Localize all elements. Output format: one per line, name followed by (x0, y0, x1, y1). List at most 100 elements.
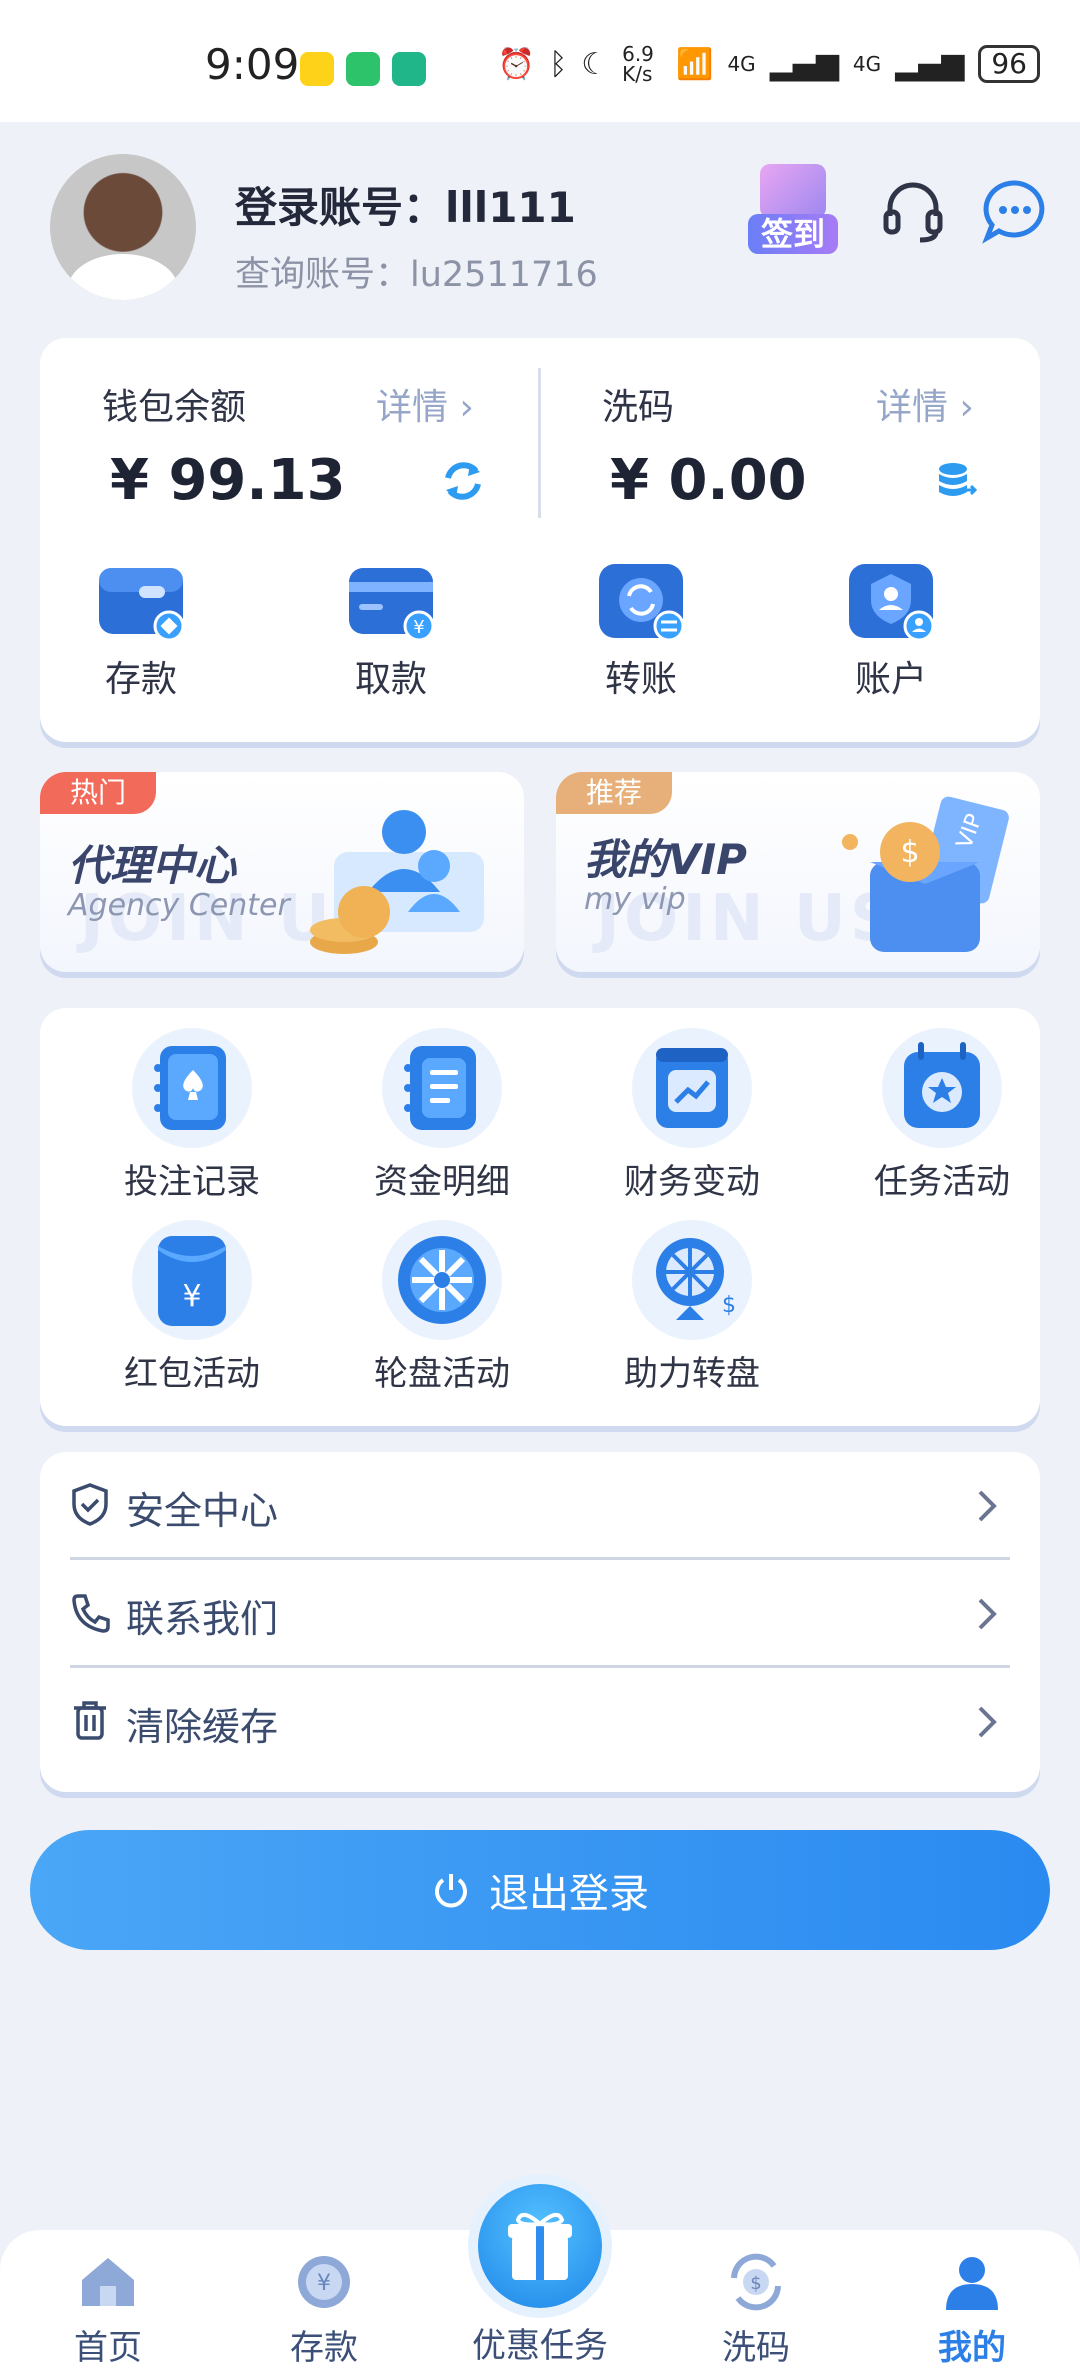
bet-record-label: 投注记录 (124, 1162, 260, 1202)
database-transfer-icon[interactable] (935, 460, 977, 502)
avatar[interactable] (50, 154, 196, 300)
security-center-label: 安全中心 (126, 1489, 279, 1533)
query-account: 查询账号：lu2511716 (235, 255, 598, 295)
red-packet-label: 红包活动 (124, 1354, 260, 1394)
power-icon (435, 1874, 467, 1908)
signal-4g-2: 4G (852, 52, 882, 76)
svg-text:$: $ (750, 2273, 761, 2294)
clear-cache-item[interactable]: 清除缓存 (70, 1668, 1010, 1776)
tab-home-label: 首页 (74, 2328, 142, 2368)
tab-deposit-label: 存款 (290, 2328, 358, 2368)
svg-text:$: $ (722, 1293, 736, 1318)
home-icon (82, 2258, 134, 2306)
agency-subtitle: Agency Center (68, 888, 290, 923)
bet-record-item[interactable]: 投注记录 (92, 1028, 292, 1203)
status-indicators: ⏰ ᛒ ☾ 6.9 K/s 📶 4G ▂▄▆ 4G ▂▄▆ 96 (498, 44, 1040, 84)
red-packet-item[interactable]: ¥ 红包活动 (92, 1220, 292, 1395)
tab-mine[interactable]: 我的 (882, 2230, 1062, 2376)
deposit-icon: ¥ (298, 2256, 350, 2308)
chat-icon[interactable] (980, 176, 1050, 246)
tab-wash[interactable]: $ 洗码 (666, 2230, 846, 2376)
my-vip-card[interactable]: JOIN US 推荐 我的VIP my vip VIP $ (556, 772, 1040, 972)
wash-title: 洗码 (602, 387, 675, 428)
finance-change-icon (632, 1028, 752, 1148)
account-action[interactable]: 账户 (826, 560, 956, 702)
gift-icon (760, 164, 826, 218)
tab-promo-tasks-label[interactable]: 优惠任务 (450, 2318, 630, 2367)
promo-tasks-button[interactable] (478, 2184, 602, 2308)
bluetooth-icon: ᛒ (549, 46, 568, 82)
wifi-icon: 📶 (676, 46, 714, 82)
checkin-button[interactable]: 签到 (748, 158, 838, 254)
contact-us-item[interactable]: 联系我们 (70, 1560, 1010, 1668)
status-bar: 9:09 ⏰ ᛒ ☾ 6.9 K/s 📶 4G ▂▄▆ 4G ▂▄▆ 96 (0, 0, 1080, 122)
checkin-label: 签到 (748, 214, 838, 254)
finance-change-label: 财务变动 (624, 1162, 760, 1202)
task-activity-label: 任务活动 (874, 1162, 1010, 1202)
logout-label: 退出登录 (489, 1871, 649, 1917)
withdraw-label: 取款 (354, 659, 427, 700)
battery-indicator: 96 (978, 45, 1040, 83)
lucky-wheel-item[interactable]: $ 助力转盘 (592, 1220, 792, 1395)
tab-home[interactable]: 首页 (18, 2230, 198, 2376)
meituan-app-icon (300, 52, 334, 86)
lucky-wheel-icon: $ (632, 1220, 752, 1340)
tab-wash-label: 洗码 (722, 2328, 790, 2368)
deposit-action[interactable]: 存款 (76, 560, 206, 702)
signal-bars-icon: ▂▄▆ (769, 46, 839, 82)
agency-center-card[interactable]: JOIN US 热门 代理中心 Agency Center (40, 772, 524, 972)
profile-header: 登录账号：lll111 查询账号：lu2511716 签到 (0, 122, 1080, 332)
lucky-wheel-label: 助力转盘 (624, 1354, 760, 1394)
status-time: 9:09 (205, 40, 300, 89)
refresh-icon[interactable] (440, 458, 486, 504)
bet-record-icon (132, 1028, 252, 1148)
tab-deposit[interactable]: ¥ 存款 (234, 2230, 414, 2376)
red-packet-icon: ¥ (132, 1220, 252, 1340)
withdraw-action[interactable]: ¥ 取款 (326, 560, 456, 702)
agency-title: 代理中心 (68, 841, 237, 890)
wallet-icon (95, 560, 187, 644)
fund-detail-label: 资金明细 (374, 1162, 510, 1202)
wash-detail-link[interactable]: 详情 › (876, 378, 974, 430)
headset-icon[interactable] (878, 176, 948, 246)
settings-menu: 安全中心 联系我们 清除缓存 (40, 1452, 1040, 1792)
net-speed: 6.9 K/s (622, 42, 654, 86)
signal-bars-icon: ▂▄▆ (895, 46, 965, 82)
transfer-icon (595, 560, 687, 644)
fund-detail-item[interactable]: 资金明细 (342, 1028, 542, 1203)
vip-title: 我的VIP (584, 835, 747, 884)
chevron-right-icon (978, 1490, 997, 1522)
user-icon (946, 2257, 998, 2310)
recommend-tag: 推荐 (556, 772, 672, 814)
roulette-item[interactable]: 轮盘活动 (342, 1220, 542, 1395)
transfer-action[interactable]: 转账 (576, 560, 706, 702)
shield-icon (72, 1483, 108, 1526)
security-center-item[interactable]: 安全中心 (70, 1452, 1010, 1560)
agency-illustration (310, 810, 484, 954)
wash-icon: $ (731, 2253, 781, 2311)
balance-title: 钱包余额 (102, 387, 247, 428)
svg-text:¥: ¥ (317, 2271, 331, 2296)
svg-text:¥: ¥ (182, 1279, 201, 1314)
fund-detail-icon (382, 1028, 502, 1148)
wallet-divider (538, 368, 541, 518)
finance-change-item[interactable]: 财务变动 (592, 1028, 792, 1203)
logout-button[interactable]: 退出登录 (30, 1830, 1050, 1950)
wechat-app-icon (346, 52, 380, 86)
alarm-icon: ⏰ (497, 46, 536, 82)
signal-4g-1: 4G (727, 52, 756, 76)
task-activity-item[interactable]: 任务活动 (842, 1028, 1042, 1203)
wash-amount: ¥ 0.00 (610, 448, 807, 513)
svg-text:¥: ¥ (413, 617, 424, 638)
account-icon (845, 560, 937, 644)
deposit-label: 存款 (104, 659, 177, 700)
svg-text:$: $ (900, 835, 919, 870)
tab-mine-label: 我的 (938, 2328, 1006, 2368)
vip-illustration: VIP $ (842, 796, 1009, 952)
account-label: 账户 (854, 659, 927, 700)
clear-cache-label: 清除缓存 (126, 1705, 279, 1749)
wallet-card: 钱包余额 详情 › ¥ 99.13 洗码 详情 › ¥ 0.00 存款 ¥ 取款… (40, 338, 1040, 742)
gift-icon (508, 2212, 572, 2280)
balance-detail-link[interactable]: 详情 › (376, 378, 474, 430)
transfer-label: 转账 (604, 659, 677, 700)
